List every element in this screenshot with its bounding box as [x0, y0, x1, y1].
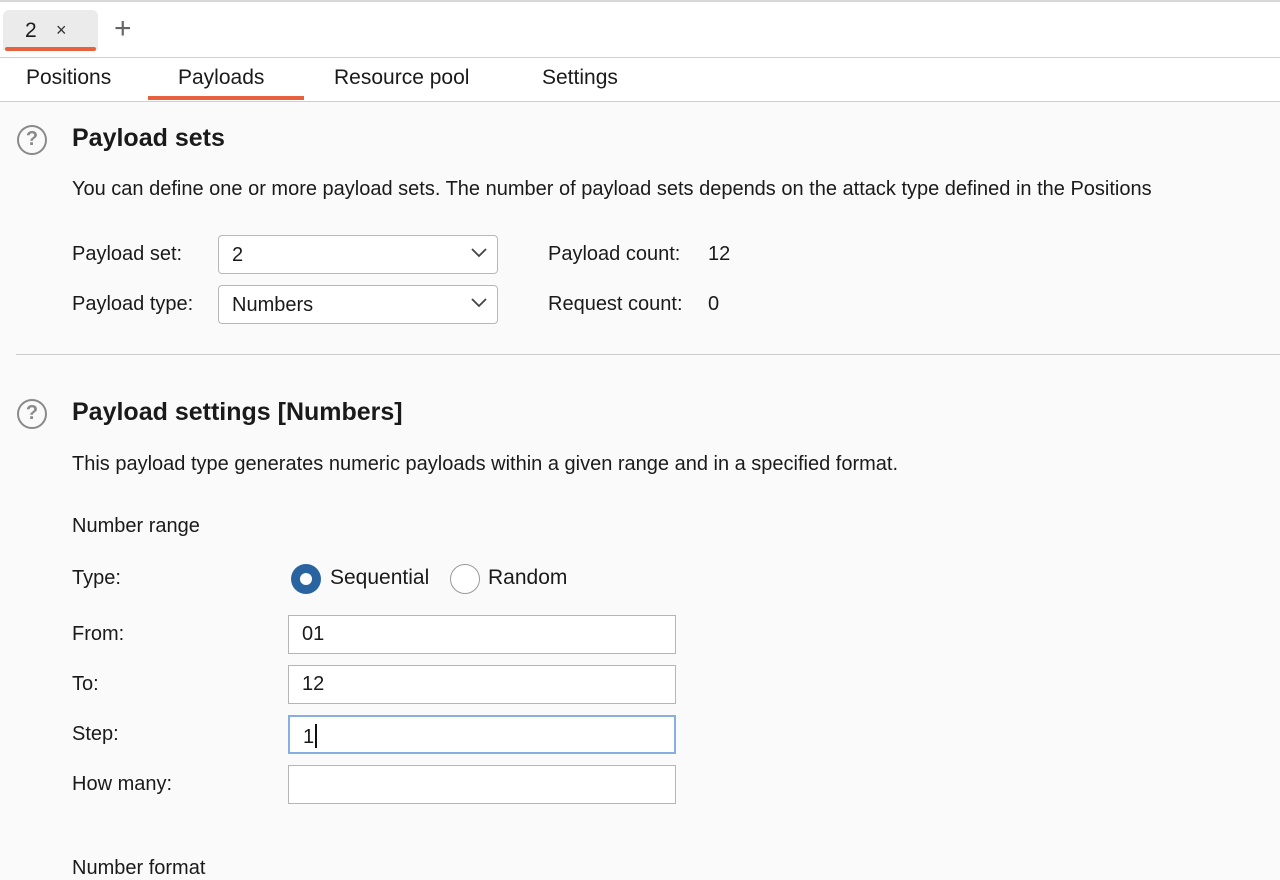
payload-set-label: Payload set:	[72, 243, 183, 265]
payload-sets-title: Payload sets	[72, 124, 225, 152]
payload-type-label: Payload type:	[72, 293, 194, 315]
payload-set-select[interactable]: 2	[218, 235, 498, 274]
help-icon[interactable]: ?	[17, 125, 47, 155]
payload-type-value: Numbers	[232, 294, 314, 316]
request-tab[interactable]: 2 ×	[3, 10, 98, 51]
from-label: From:	[72, 623, 125, 645]
payload-settings-description: This payload type generates numeric payl…	[72, 453, 899, 475]
payload-set-value: 2	[232, 244, 244, 266]
tab-payloads[interactable]: Payloads	[178, 66, 264, 90]
how-many-label: How many:	[72, 773, 173, 795]
sequential-radio-label[interactable]: Sequential	[330, 566, 429, 590]
payload-count-value: 12	[708, 243, 731, 265]
active-subtab-indicator	[148, 96, 304, 100]
request-count-label: Request count:	[548, 293, 683, 315]
request-tab-bar: 2 × +	[0, 2, 1280, 58]
request-tab-label: 2	[25, 19, 37, 42]
chevron-down-icon	[471, 298, 487, 308]
step-input[interactable]: 1	[288, 715, 676, 754]
step-label: Step:	[72, 723, 119, 745]
step-input-value: 1	[303, 726, 315, 748]
tab-settings[interactable]: Settings	[542, 66, 618, 90]
from-input[interactable]: 01	[288, 615, 676, 654]
to-input[interactable]: 12	[288, 665, 676, 704]
intruder-subtabs: Positions Payloads Resource pool Setting…	[0, 58, 1280, 102]
payload-type-select[interactable]: Numbers	[218, 285, 498, 324]
number-format-heading: Number format	[72, 857, 206, 879]
number-range-heading: Number range	[72, 515, 200, 537]
payload-sets-description: You can define one or more payload sets.…	[72, 178, 1152, 200]
section-divider	[16, 354, 1280, 355]
to-label: To:	[72, 673, 99, 695]
request-count-value: 0	[708, 293, 720, 315]
text-caret	[315, 724, 318, 748]
sequential-radio[interactable]	[291, 564, 321, 594]
random-radio-label[interactable]: Random	[488, 566, 567, 590]
tab-positions[interactable]: Positions	[26, 66, 111, 90]
help-icon[interactable]: ?	[17, 399, 47, 429]
payload-count-label: Payload count:	[548, 243, 681, 265]
tab-resource-pool[interactable]: Resource pool	[334, 66, 469, 90]
chevron-down-icon	[471, 248, 487, 258]
close-icon[interactable]: ×	[56, 20, 67, 41]
random-radio[interactable]	[450, 564, 480, 594]
type-label: Type:	[72, 567, 121, 589]
how-many-input[interactable]	[288, 765, 676, 804]
active-tab-indicator	[5, 47, 96, 51]
payload-settings-title: Payload settings [Numbers]	[72, 398, 403, 426]
plus-icon[interactable]: +	[114, 12, 132, 46]
